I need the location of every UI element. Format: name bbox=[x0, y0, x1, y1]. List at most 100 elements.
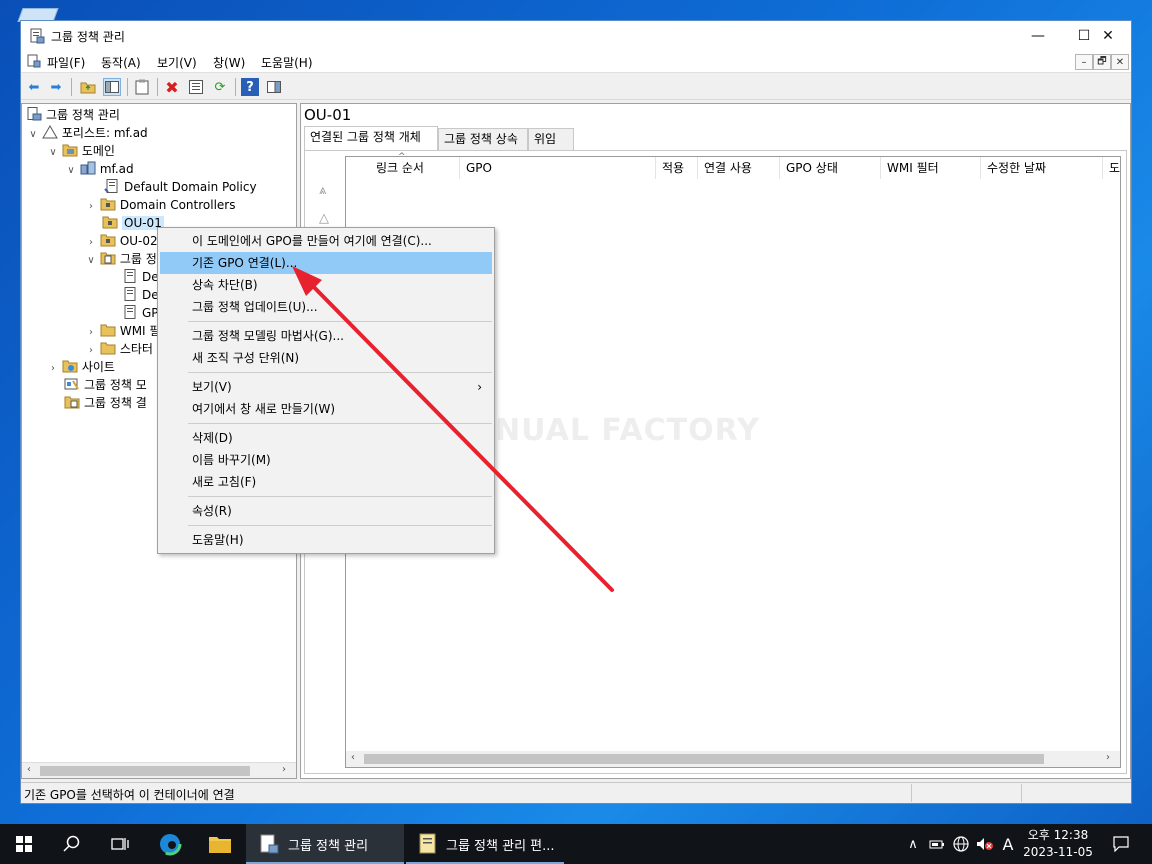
menu-view[interactable]: 보기(V) bbox=[157, 54, 197, 71]
column-header-link-enabled[interactable]: 연결 사용 bbox=[698, 157, 780, 179]
chevron-down-icon[interactable]: ∨ bbox=[48, 144, 58, 162]
column-header-enforced[interactable]: 적용 bbox=[656, 157, 698, 179]
delete-icon[interactable]: ✖ bbox=[163, 78, 181, 97]
tree-item-domain-mf-ad[interactable]: ∨ mf.ad bbox=[66, 160, 134, 178]
taskbar-button-gpmc[interactable]: 그룹 정책 관리 bbox=[246, 824, 404, 864]
minimize-button[interactable]: — bbox=[1015, 21, 1061, 51]
list-horizontal-scrollbar[interactable]: ‹ › bbox=[346, 751, 1120, 767]
title-bar[interactable]: 그룹 정책 관리 — ☐ ✕ bbox=[21, 21, 1131, 51]
notification-icon[interactable] bbox=[1106, 824, 1136, 864]
scroll-left-icon[interactable]: ‹ bbox=[27, 764, 31, 775]
menu-item-view-label: 보기(V) bbox=[192, 380, 232, 394]
tree-item-ou-01[interactable]: OU-01 bbox=[102, 214, 164, 232]
tree-item-gp-results[interactable]: 그룹 정책 결 bbox=[64, 394, 147, 412]
menu-window[interactable]: 창(W) bbox=[213, 54, 245, 71]
tree-item-domain-controllers[interactable]: › Domain Controllers bbox=[86, 196, 236, 214]
search-icon[interactable] bbox=[48, 824, 96, 864]
chevron-right-icon: › bbox=[477, 380, 482, 394]
tree-item-gp-modeling[interactable]: 그룹 정책 모 bbox=[64, 376, 147, 394]
column-header-gpo-status[interactable]: GPO 상태 bbox=[780, 157, 881, 179]
menu-item-rename[interactable]: 이름 바꾸기(M) bbox=[160, 449, 492, 471]
mdi-close-button[interactable]: ✕ bbox=[1111, 54, 1129, 70]
scroll-left-icon[interactable]: ‹ bbox=[351, 752, 355, 763]
refresh-icon[interactable]: ⟳ bbox=[211, 78, 229, 96]
menu-help[interactable]: 도움말(H) bbox=[261, 54, 313, 71]
scroll-thumb[interactable] bbox=[40, 766, 250, 776]
column-header-domain[interactable]: 도 bbox=[1103, 157, 1120, 179]
menu-item-modeling-wizard[interactable]: 그룹 정책 모델링 마법사(G)... bbox=[160, 325, 492, 347]
tab-gp-inheritance[interactable]: 그룹 정책 상속 bbox=[438, 128, 528, 150]
tree-item-sites[interactable]: › 사이트 bbox=[48, 358, 115, 376]
tree-item-gpo-1[interactable]: De bbox=[122, 268, 159, 286]
properties-icon[interactable] bbox=[187, 78, 205, 96]
scroll-right-icon[interactable]: › bbox=[1106, 752, 1110, 763]
chevron-down-icon[interactable]: ∨ bbox=[86, 252, 96, 270]
column-header-wmi-filter[interactable]: WMI 필터 bbox=[881, 157, 981, 179]
tree-item-forest[interactable]: ∨ 포리스트: mf.ad bbox=[28, 124, 148, 142]
tree-item-gpmc-root[interactable]: 그룹 정책 관리 bbox=[26, 106, 120, 124]
menu-item-view[interactable]: 보기(V) › bbox=[160, 376, 492, 398]
chevron-right-icon[interactable]: › bbox=[86, 198, 96, 216]
menu-item-new-window[interactable]: 여기에서 창 새로 만들기(W) bbox=[160, 398, 492, 420]
mdi-minimize-button[interactable]: – bbox=[1075, 54, 1093, 70]
menu-item-new-ou[interactable]: 새 조직 구성 단위(N) bbox=[160, 347, 492, 369]
forward-arrow-icon[interactable]: ➡ bbox=[47, 78, 65, 96]
tree-item-gpo-2[interactable]: De bbox=[122, 286, 159, 304]
column-header-modified[interactable]: 수정한 날짜 bbox=[981, 157, 1103, 179]
tree-item-domains[interactable]: ∨ 도메인 bbox=[48, 142, 115, 160]
menu-item-help[interactable]: 도움말(H) bbox=[160, 529, 492, 551]
starter-folder-icon bbox=[100, 341, 116, 355]
tab-delegation[interactable]: 위임 bbox=[528, 128, 574, 150]
tree-item-starter-gpos[interactable]: › 스타터 bbox=[86, 340, 153, 358]
menu-action[interactable]: 동작(A) bbox=[101, 54, 141, 71]
close-button[interactable]: ✕ bbox=[1085, 21, 1131, 51]
tree-item-wmi-filters[interactable]: › WMI 필 bbox=[86, 322, 160, 340]
network-globe-icon[interactable] bbox=[950, 824, 972, 864]
tab-linked-gpos[interactable]: 연결된 그룹 정책 개체 bbox=[304, 126, 438, 150]
document-menu-icon[interactable] bbox=[27, 54, 41, 68]
scroll-thumb[interactable] bbox=[364, 754, 1044, 764]
column-header-link-order[interactable]: 링크 순서 bbox=[370, 157, 460, 179]
menu-item-delete[interactable]: 삭제(D) bbox=[160, 427, 492, 449]
clipboard-icon[interactable] bbox=[133, 78, 151, 96]
chevron-up-icon[interactable]: ∧ bbox=[902, 824, 924, 864]
menu-item-properties[interactable]: 속성(R) bbox=[160, 500, 492, 522]
move-up-icon[interactable]: △ bbox=[319, 211, 329, 226]
tree-label: mf.ad bbox=[99, 162, 134, 176]
chevron-right-icon[interactable]: › bbox=[48, 360, 58, 378]
start-windows-icon[interactable] bbox=[0, 824, 48, 864]
move-to-top-icon[interactable]: ⩓ bbox=[319, 183, 326, 198]
menu-item-refresh[interactable]: 새로 고침(F) bbox=[160, 471, 492, 493]
taskbar-button-gp-editor[interactable]: 그룹 정책 관리 편... bbox=[406, 824, 564, 864]
ime-indicator[interactable]: A bbox=[998, 824, 1018, 864]
task-view-icon[interactable] bbox=[96, 824, 144, 864]
menu-item-link-existing-gpo[interactable]: 기존 GPO 연결(L)... bbox=[160, 252, 492, 274]
clock[interactable]: 오후 12:38 2023-11-05 bbox=[1018, 827, 1098, 861]
back-arrow-icon[interactable]: ⬅ bbox=[25, 78, 43, 96]
battery-icon[interactable] bbox=[926, 824, 948, 864]
mdi-restore-button[interactable]: 🗗 bbox=[1093, 54, 1111, 70]
volume-muted-icon[interactable] bbox=[974, 824, 996, 864]
tree-item-gpo-3[interactable]: GP bbox=[122, 304, 159, 322]
ou-folder-icon bbox=[102, 215, 118, 229]
column-header-gpo[interactable]: GPO bbox=[460, 157, 656, 179]
tree-item-ou-02[interactable]: › OU-02 bbox=[86, 232, 158, 250]
menu-item-block-inheritance[interactable]: 상속 차단(B) bbox=[160, 274, 492, 296]
chevron-down-icon[interactable]: ∨ bbox=[66, 162, 76, 180]
help-icon[interactable]: ? bbox=[241, 78, 259, 96]
status-bar: 기존 GPO를 선택하여 이 컨테이너에 연결 bbox=[21, 782, 1131, 803]
show-hide-tree-icon[interactable] bbox=[103, 78, 121, 96]
edge-browser-icon[interactable] bbox=[146, 824, 194, 864]
menu-item-gp-update[interactable]: 그룹 정책 업데이트(U)... bbox=[160, 296, 492, 318]
file-explorer-icon[interactable] bbox=[196, 824, 244, 864]
tree-item-gpo-folder[interactable]: ∨ 그룹 정 bbox=[86, 250, 156, 270]
action-pane-icon[interactable] bbox=[265, 78, 283, 96]
menu-file[interactable]: 파일(F) bbox=[47, 54, 85, 71]
up-folder-icon[interactable] bbox=[79, 78, 97, 96]
menu-item-create-gpo-link[interactable]: 이 도메인에서 GPO를 만들어 여기에 연결(C)... bbox=[160, 230, 492, 252]
tree-horizontal-scrollbar[interactable]: ‹ › bbox=[22, 762, 296, 778]
context-menu: 이 도메인에서 GPO를 만들어 여기에 연결(C)... 기존 GPO 연결(… bbox=[157, 227, 495, 554]
tree-item-default-domain-policy[interactable]: Default Domain Policy bbox=[104, 178, 257, 196]
scroll-right-icon[interactable]: › bbox=[282, 764, 286, 775]
chevron-down-icon[interactable]: ∨ bbox=[28, 126, 38, 144]
